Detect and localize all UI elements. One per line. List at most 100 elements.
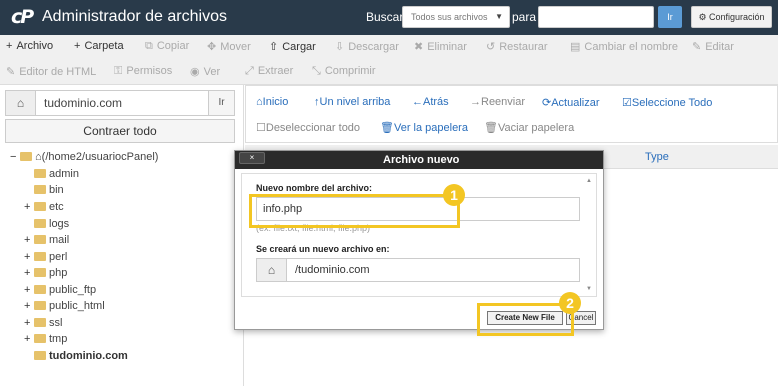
move-button[interactable]: ✥ Mover — [207, 40, 251, 53]
tree-label: (/home2/usuariocPanel) — [41, 151, 159, 163]
upload-icon: ⇧ — [269, 41, 279, 53]
toolbar-label: Editar — [705, 41, 734, 53]
tree-item-tmp[interactable]: + tmp — [24, 333, 67, 345]
home-icon: ⌂ — [35, 151, 42, 163]
cpanel-logo[interactable]: cP — [11, 6, 35, 28]
tree-item-php[interactable]: + php — [24, 267, 67, 279]
folder-icon — [20, 151, 32, 161]
checkbox-empty-icon: ☐ — [256, 122, 266, 134]
tree-item-root[interactable]: − ⌂(/home2/usuariocPanel) — [10, 151, 158, 163]
up-one-level-button[interactable]: ↑Un nivel arriba — [314, 96, 390, 108]
toolbar-label: Permisos — [126, 65, 173, 77]
toolbar-label: Carpeta — [84, 40, 124, 52]
rename-button[interactable]: ▤ Cambiar el nombre — [570, 40, 678, 53]
close-button[interactable]: × — [239, 152, 265, 164]
folder-icon — [34, 234, 46, 244]
toolbar-label: Editor de HTML — [19, 66, 97, 78]
search-go-button[interactable]: Ir — [658, 6, 682, 28]
download-button[interactable]: ⇩ Descargar — [335, 40, 399, 53]
tree-item-perl[interactable]: + perl — [24, 251, 67, 263]
step-badge-1: 1 — [443, 184, 465, 206]
expand-toggle[interactable]: + — [24, 251, 34, 263]
refresh-icon: ⟳ — [542, 97, 552, 109]
home-button[interactable]: ⌂Inicio — [256, 96, 288, 108]
expand-toggle[interactable]: + — [24, 234, 34, 246]
address-go-button[interactable]: Ir — [208, 91, 234, 115]
dialog-scrollbar[interactable]: ▲ ▼ — [586, 176, 594, 294]
expand-toggle[interactable]: + — [24, 300, 34, 312]
search-scope-value: Todos sus archivos — [411, 12, 488, 22]
home-icon: ⌂ — [256, 96, 263, 108]
settings-button[interactable]: ⚙ Configuración — [691, 6, 772, 28]
select-all-button[interactable]: ☑Seleccione Todo — [622, 96, 712, 109]
nav-label: Atrás — [423, 96, 449, 108]
para-label: para — [512, 10, 537, 24]
home-icon: ⌂ — [257, 259, 287, 281]
folder-icon — [34, 218, 46, 228]
empty-trash-button[interactable]: 🗑Vaciar papelera — [484, 121, 574, 134]
nav-label: Ver la papelera — [393, 122, 468, 134]
tree-item-mail[interactable]: + mail — [24, 234, 69, 246]
pencil-icon: ✎ — [692, 41, 702, 53]
tree-item-public-html[interactable]: + public_html — [24, 300, 105, 312]
view-button[interactable]: ◉ Ver — [190, 65, 220, 78]
folder-icon — [34, 184, 46, 194]
restore-button[interactable]: ↺ Restaurar — [486, 40, 548, 53]
collapse-all-button[interactable]: Contraer todo — [5, 119, 235, 143]
deselect-all-button[interactable]: ☐Deseleccionar todo — [256, 121, 360, 134]
app-title: Administrador de archivos — [42, 8, 227, 25]
tree-item-logs[interactable]: logs — [24, 218, 69, 230]
copy-button[interactable]: ⧉ Copiar — [145, 40, 189, 53]
upload-button[interactable]: ⇧ Cargar — [269, 40, 316, 53]
tree-label: perl — [49, 251, 68, 263]
tree-item-ssl[interactable]: + ssl — [24, 317, 62, 329]
view-trash-button[interactable]: 🗑Ver la papelera — [380, 121, 468, 134]
expand-toggle[interactable]: + — [24, 201, 34, 213]
expand-toggle[interactable]: + — [24, 284, 34, 296]
refresh-button[interactable]: ⟳Actualizar — [542, 96, 600, 109]
tree-item-bin[interactable]: bin — [24, 184, 64, 196]
tree-item-admin[interactable]: admin — [24, 168, 79, 180]
arrow-left-icon: ← — [412, 96, 423, 108]
search-label: Buscar — [366, 10, 404, 24]
nav-label: Seleccione Todo — [631, 97, 713, 109]
edit-button[interactable]: ✎ Editar — [692, 40, 734, 53]
navigation-bar: ⌂Inicio ↑Un nivel arriba ←Atrás →Reenvia… — [245, 85, 778, 143]
folder-icon — [34, 284, 46, 294]
nav-label: Deseleccionar todo — [265, 122, 361, 134]
delete-button[interactable]: ✖ Eliminar — [414, 40, 467, 53]
chevron-down-icon: ▼ — [495, 12, 503, 21]
nav-label: Inicio — [262, 96, 289, 108]
forward-button[interactable]: →Reenviar — [470, 96, 525, 108]
html-editor-button[interactable]: ✎ Editor de HTML — [6, 65, 96, 78]
collapse-toggle[interactable]: − — [10, 151, 20, 163]
path-field[interactable]: ⌂ /tudominio.com — [256, 258, 580, 282]
tree-item-etc[interactable]: + etc — [24, 201, 64, 213]
address-input[interactable]: tudominio.com — [44, 96, 122, 110]
tree-item-tudominio[interactable]: tudominio.com — [24, 350, 128, 362]
new-file-button[interactable]: + Archivo — [6, 40, 53, 52]
tree-label: tudominio.com — [49, 350, 128, 362]
trash-icon: 🗑 — [380, 122, 394, 134]
column-header-type[interactable]: Type — [645, 151, 669, 163]
expand-toggle[interactable]: + — [24, 333, 34, 345]
address-bar[interactable]: ⌂ tudominio.com Ir — [5, 90, 235, 116]
search-scope-select[interactable]: Todos sus archivos ▼ — [402, 6, 510, 28]
home-icon[interactable]: ⌂ — [6, 91, 36, 115]
tree-label: php — [49, 267, 68, 279]
arrow-right-icon: → — [470, 96, 481, 108]
path-input[interactable]: /tudominio.com — [295, 264, 370, 276]
new-folder-button[interactable]: + Carpeta — [74, 40, 124, 52]
expand-toggle[interactable]: + — [24, 267, 34, 279]
extract-button[interactable]: ⤢ Extraer — [245, 65, 293, 78]
expand-toggle[interactable]: + — [24, 317, 34, 329]
back-button[interactable]: ←Atrás — [412, 96, 449, 108]
compress-button[interactable]: ⤡ Comprimir — [312, 65, 376, 78]
tree-label: logs — [49, 218, 70, 230]
plus-icon: + — [74, 40, 81, 52]
scroll-up-icon[interactable]: ▲ — [586, 178, 592, 184]
permissions-button[interactable]: ⚿ Permisos — [114, 65, 172, 78]
search-input[interactable] — [538, 6, 654, 28]
scroll-down-icon[interactable]: ▼ — [586, 286, 592, 292]
tree-item-public-ftp[interactable]: + public_ftp — [24, 284, 96, 296]
